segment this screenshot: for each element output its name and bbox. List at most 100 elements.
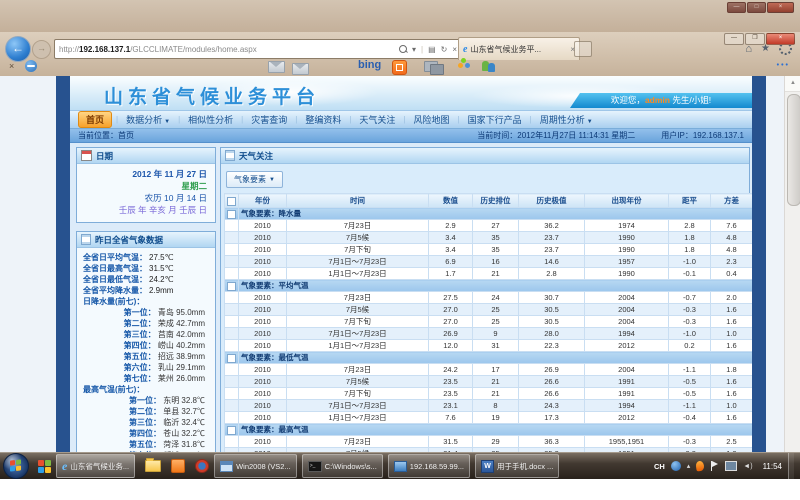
stop-icon[interactable]: × [452,45,457,54]
bing-logo[interactable]: bing [358,59,381,71]
page-scrollbar[interactable]: ▲ [784,76,800,452]
checkbox[interactable] [227,354,236,363]
bing-bar-app-icon[interactable] [392,60,407,75]
paw-addon-icon[interactable] [458,63,463,68]
hidden-icons-chevron-icon[interactable]: ▴ [687,462,691,470]
url-domain: 192.168.137.1 [79,45,130,54]
nav-item-6[interactable]: 天气关注 [352,112,402,127]
rank-label: 第七位： [124,374,156,383]
search-icon[interactable] [399,45,407,53]
main-navigation: 首页|数据分析▼|相似性分析|灾害查询|整编资料|天气关注|风险地图|国家下行产… [70,111,752,129]
nav-item-9[interactable]: 周期性分析▼ [533,112,600,127]
new-tab-button[interactable] [574,41,592,57]
table-row: 20107月下旬23.52126.61991-0.51.6 [225,388,753,400]
table-cell: 21 [473,388,519,400]
checkbox[interactable] [227,197,236,206]
checkbox[interactable] [227,426,236,435]
table-cell: 2010 [239,304,287,316]
taskbar-button[interactable]: C:\Windows\s... [302,454,383,478]
table-cell: 2010 [239,412,287,424]
taskbar-ie-label: 山东省气候业务... [70,461,129,472]
network-icon[interactable] [725,461,737,471]
start-button[interactable] [3,453,29,479]
row-indent-cell [225,244,239,256]
scroll-up-icon[interactable]: ▲ [785,76,800,92]
table-cell: 2.5 [711,436,753,448]
table-cell: 4.8 [711,244,753,256]
nav-item-7[interactable]: 风险地图 [407,112,457,127]
flame-app-icon[interactable] [696,460,705,471]
nav-item-4[interactable]: 灾害查询 [244,112,294,127]
maximize-button[interactable]: ❐ [745,33,765,45]
maximize-icon[interactable]: □ [747,2,766,13]
checkbox[interactable] [227,210,236,219]
table-row: 20107月23日31.52936.31955,1951-0.32.5 [225,436,753,448]
nav-item-1[interactable]: 首页 [78,111,112,128]
globe-icon[interactable] [671,461,681,471]
scrollbar-thumb[interactable] [787,94,800,206]
table-cell: 8 [473,400,519,412]
browser-tab[interactable]: e 山东省气候业务平... × [458,37,580,60]
back-button[interactable]: ← [5,36,31,62]
rank-line: 第三位： 临沂 32.4℃ [77,417,215,428]
forward-button[interactable]: → [32,40,51,59]
column-header: 距平 [669,194,711,208]
table-cell: 16 [473,256,519,268]
stat-label: 全省日最高气温： [83,263,147,274]
rank-line: 第一位： 青岛 95.0mm [77,307,215,318]
pinned-app-icon[interactable] [38,460,51,473]
mail-icon[interactable] [268,61,285,73]
table-cell: 30.7 [519,292,585,304]
stat-line: 全省日最高气温：31.5℃ [77,263,215,274]
taskbar-button[interactable]: Win2008 (VS2... [214,454,297,478]
table-cell: 1月1日～7月23日 [287,268,429,280]
explorer-folder-icon[interactable] [145,460,161,472]
refresh-icon[interactable]: ↻ [441,45,448,54]
table-cell: 0.4 [711,268,753,280]
taskbar-button-label: 用于手机.docx ... [497,461,553,472]
table-cell: 7月23日 [287,220,429,232]
media-app-icon[interactable] [195,459,209,473]
nav-item-8[interactable]: 国家下行产品 [461,112,529,127]
compatibility-view-icon[interactable]: ▤ [428,45,436,54]
close-icon[interactable]: × [767,2,794,13]
table-row: 20107月1日～7月23日23.1824.31994-1.11.0 [225,400,753,412]
blocked-content-icon[interactable] [25,60,37,72]
stat-value: 27.5℃ [149,252,174,263]
taskbar-button[interactable]: 用于手机.docx ... [475,454,559,478]
taskbar-button[interactable]: 192.168.59.99... [388,454,470,478]
table-row: 20107月1日～7月23日6.91614.61957-1.02.3 [225,256,753,268]
chevron-down-icon[interactable]: ▾ [412,45,416,54]
more-addons-icon[interactable]: ••• [777,62,790,69]
nav-item-5[interactable]: 整编资料 [298,112,348,127]
table-cell: 2.0 [711,292,753,304]
element-filter-button[interactable]: 气象要素 ▼ [226,171,283,188]
taskbar-ie-button[interactable]: e 山东省气候业务... [56,454,135,478]
minimize-icon[interactable]: — [727,2,746,13]
nav-item-2[interactable]: 数据分析▼ [119,112,177,127]
checkbox[interactable] [227,282,236,291]
table-cell: -0.3 [669,436,711,448]
nav-item-3[interactable]: 相似性分析 [181,112,240,127]
table-row: 20107月5候3.43523.719901.84.8 [225,232,753,244]
screen: — □ × ← → http://192.168.137.1/GLCCLIMAT… [0,0,800,500]
table-cell: -0.1 [669,268,711,280]
table-cell: 7月下旬 [287,244,429,256]
action-center-flag-icon[interactable] [710,461,719,471]
close-button[interactable]: × [766,33,795,45]
send-mail-icon[interactable] [292,63,309,75]
stat-value: 2.9mm [149,285,173,296]
taskbar-clock[interactable]: 11:54 [763,462,782,471]
language-indicator[interactable]: CH [654,462,665,471]
table-row: 20107月下旬3.43523.719901.84.8 [225,244,753,256]
minimize-button[interactable]: — [724,33,744,45]
show-desktop-button[interactable] [788,453,794,479]
camera-back-icon [430,64,444,75]
table-cell: 24.2 [429,364,473,376]
rank-value: 临沂 32.4℃ [161,418,205,427]
address-bar[interactable]: http://192.168.137.1/GLCCLIMATE/modules/… [54,39,462,59]
volume-icon[interactable]: ◄) [743,463,752,470]
orange-app-icon[interactable] [171,459,185,473]
row-indent-cell [225,292,239,304]
toolbar-close-icon[interactable]: × [9,61,14,71]
